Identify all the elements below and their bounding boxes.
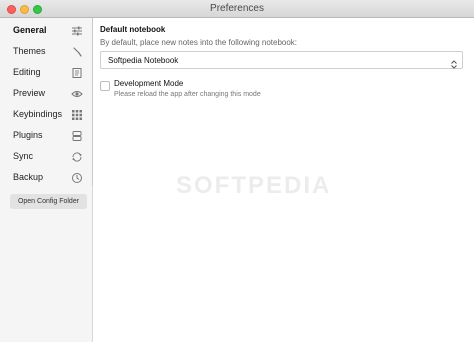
sidebar-item-label: Themes [13, 46, 46, 56]
sidebar-item-label: General [13, 25, 47, 35]
clock-icon [71, 172, 83, 184]
sidebar-item-label: Plugins [13, 130, 43, 140]
sidebar-item-label: Preview [13, 88, 46, 98]
eye-icon [71, 88, 83, 100]
dev-mode-description: Please reload the app after changing thi… [114, 91, 261, 98]
softpedia-watermark: SOFTPEDIA [176, 172, 332, 199]
sidebar-item-label: Sync [13, 151, 34, 161]
notebook-select-value: Softpedia Notebook [108, 56, 179, 65]
up-down-chevron-icon [450, 56, 458, 69]
sidebar-item-label: Editing [13, 67, 41, 77]
sidebar-item-themes[interactable]: Themes [0, 42, 92, 62]
section-description: By default, place new notes into the fol… [100, 38, 298, 47]
sidebar-item-sync[interactable]: Sync [0, 147, 92, 167]
sidebar: General Themes Editing Preview Keybindin… [0, 18, 93, 342]
keyboard-grid-icon [71, 109, 83, 121]
sidebar-item-general[interactable]: General [0, 21, 92, 41]
sidebar-item-editing[interactable]: Editing [0, 63, 92, 83]
edit-doc-icon [71, 67, 83, 79]
sidebar-item-backup[interactable]: Backup [0, 168, 92, 188]
title-bar: Preferences [0, 0, 474, 18]
sidebar-item-label: Backup [13, 172, 44, 182]
plug-icon [71, 130, 83, 142]
brush-icon [71, 46, 83, 58]
sidebar-item-plugins[interactable]: Plugins [0, 126, 92, 146]
sync-icon [71, 151, 83, 163]
sliders-icon [71, 25, 83, 37]
window-title: Preferences [210, 3, 264, 14]
preferences-window: Preferences General Themes Editing Previ… [0, 0, 474, 342]
sidebar-item-preview[interactable]: Preview [0, 84, 92, 104]
section-title: Default notebook [100, 25, 166, 34]
open-config-folder-button[interactable]: Open Config Folder [10, 194, 87, 209]
notebook-select[interactable]: Softpedia Notebook [100, 51, 463, 69]
dev-mode-label: Development Mode [114, 79, 184, 88]
dev-mode-checkbox[interactable] [100, 81, 110, 91]
sidebar-item-label: Keybindings [13, 109, 63, 119]
sidebar-item-keybindings[interactable]: Keybindings [0, 105, 92, 125]
